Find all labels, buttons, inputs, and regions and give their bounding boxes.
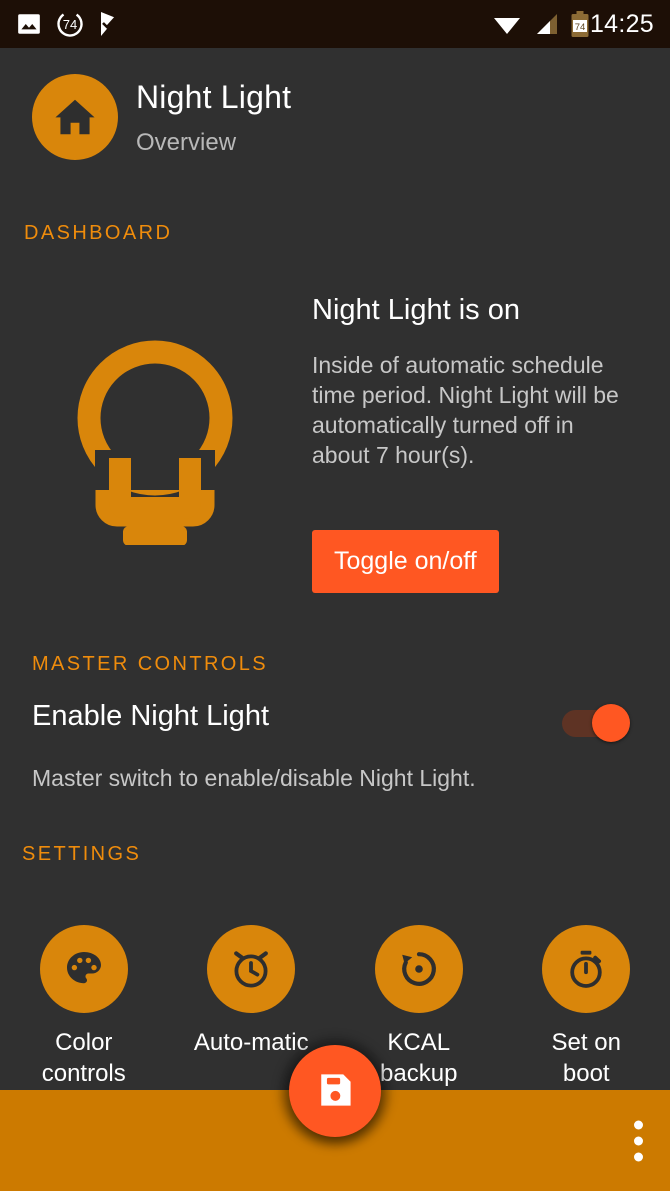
image-icon — [16, 11, 42, 37]
status-bar: 74 74 14:25 — [0, 0, 670, 48]
svg-text:74: 74 — [63, 17, 77, 32]
setting-item-set-on-boot[interactable]: Set on boot — [503, 925, 670, 1089]
night-light-status-description: Inside of automatic schedule time period… — [312, 352, 619, 468]
setting-label: Set on boot — [551, 1029, 621, 1087]
master-control-row[interactable]: Enable Night Light — [0, 700, 670, 750]
battery-icon: 74 — [570, 11, 590, 37]
fab-container — [281, 1038, 389, 1146]
timer-icon — [542, 925, 631, 1013]
palette-icon — [39, 925, 128, 1013]
app-screen: 74 74 14:25 Night Light Overview DASHBOA… — [0, 0, 670, 1191]
section-header-settings: SETTINGS — [22, 843, 142, 865]
master-control-description: Master switch to enable/disable Night Li… — [32, 765, 476, 791]
restore-backup-icon — [374, 925, 463, 1013]
progress-74-icon: 74 — [56, 10, 84, 38]
enable-night-light-label: Enable Night Light — [32, 700, 269, 732]
alarm-clock-icon — [207, 925, 296, 1013]
setting-item-color-controls[interactable]: Color controls — [0, 925, 168, 1089]
status-bar-left-icons: 74 — [16, 10, 122, 38]
status-bar-right-icons: 74 — [492, 11, 590, 37]
app-header: Night Light Overview — [0, 48, 670, 198]
home-icon — [32, 74, 118, 160]
page-subtitle: Overview — [136, 129, 237, 156]
more-vertical-icon[interactable] — [634, 1120, 643, 1161]
enable-night-light-toggle-switch[interactable] — [562, 704, 630, 742]
setting-label: Color controls — [41, 1029, 126, 1087]
section-header-master-controls: MASTER CONTROLS — [32, 653, 269, 675]
check-flag-icon — [98, 11, 122, 37]
lightbulb-icon — [60, 330, 250, 550]
wifi-icon — [492, 12, 522, 36]
switch-thumb — [592, 704, 630, 742]
cell-signal-icon — [533, 12, 559, 36]
toggle-on-off-button[interactable]: Toggle on/off — [312, 530, 499, 593]
page-title: Night Light — [136, 79, 292, 115]
battery-percent-text: 74 — [575, 22, 586, 33]
save-fab-button[interactable] — [289, 1045, 381, 1137]
save-floppy-icon — [313, 1068, 357, 1115]
status-bar-clock: 14:25 — [589, 9, 654, 38]
night-light-status-title: Night Light is on — [312, 294, 520, 326]
dashboard-card: Night Light is on Inside of automatic sc… — [0, 285, 670, 615]
section-header-dashboard: DASHBOARD — [24, 222, 173, 244]
